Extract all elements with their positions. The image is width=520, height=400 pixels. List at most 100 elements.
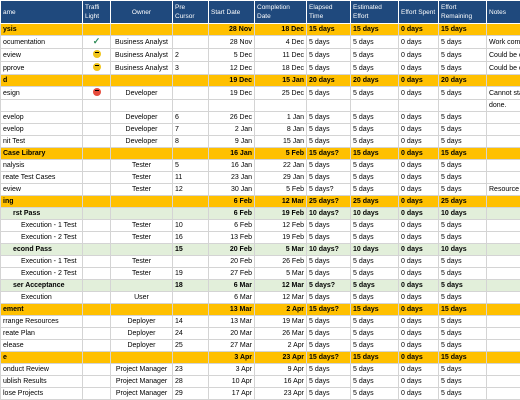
cell-name[interactable]: esign: [0, 86, 83, 100]
cell-start[interactable]: 26 Dec: [208, 111, 255, 124]
cell-name[interactable]: eview: [0, 48, 83, 62]
cell-spent[interactable]: 0 days: [398, 123, 439, 136]
cell-notes[interactable]: [486, 279, 520, 292]
cell-name[interactable]: ement: [0, 303, 83, 316]
cell-pre[interactable]: 11: [172, 171, 209, 184]
cell-estimated[interactable]: 5 days: [350, 327, 399, 340]
cell-owner[interactable]: Deployer: [110, 315, 173, 328]
cell-remaining[interactable]: 5 days: [438, 279, 487, 292]
cell-remaining[interactable]: 5 days: [438, 61, 487, 75]
cell-estimated[interactable]: 10 days: [350, 243, 399, 256]
table-row[interactable]: ublish Results Project Manager 28 10 Apr 16 …: [0, 375, 520, 388]
cell-elapsed[interactable]: 5 days: [306, 327, 351, 340]
cell-owner[interactable]: Deployer: [110, 327, 173, 340]
cell-name[interactable]: rst Pass: [0, 207, 83, 220]
cell-owner[interactable]: Project Manager: [110, 375, 173, 388]
cell-name[interactable]: lose Projects: [0, 387, 83, 400]
cell-start[interactable]: 27 Feb: [208, 267, 255, 280]
cell-elapsed[interactable]: 5 days: [306, 111, 351, 124]
cell-estimated[interactable]: 5 days: [350, 35, 399, 49]
cell-estimated[interactable]: 5 days: [350, 159, 399, 172]
cell-name[interactable]: econd Pass: [0, 243, 83, 256]
table-row[interactable]: Execution - 1 Test Tester 20 Feb 26 Feb 5 da…: [0, 255, 520, 268]
cell-remaining[interactable]: 5 days: [438, 267, 487, 280]
cell-traffic[interactable]: [82, 171, 111, 184]
col-header-precursor[interactable]: Pre Cursor: [172, 0, 209, 24]
cell-spent[interactable]: 0 days: [398, 195, 439, 208]
cell-name[interactable]: Case Library: [0, 147, 83, 160]
cell-remaining[interactable]: 15 days: [438, 23, 487, 36]
cell-completion[interactable]: 25 Dec: [254, 86, 307, 100]
cell-spent[interactable]: 0 days: [398, 255, 439, 268]
cell-elapsed[interactable]: 15 days?: [306, 351, 351, 364]
cell-start[interactable]: 23 Jan: [208, 171, 255, 184]
cell-elapsed[interactable]: 5 days: [306, 231, 351, 244]
cell-pre[interactable]: [172, 86, 209, 100]
cell-completion[interactable]: 12 Mar: [254, 279, 307, 292]
cell-traffic[interactable]: [82, 267, 111, 280]
cell-start[interactable]: 20 Mar: [208, 327, 255, 340]
cell-spent[interactable]: 0 days: [398, 159, 439, 172]
cell-pre[interactable]: 29: [172, 387, 209, 400]
cell-traffic[interactable]: [82, 339, 111, 352]
cell-completion[interactable]: 11 Dec: [254, 48, 307, 62]
cell-remaining[interactable]: 15 days: [438, 303, 487, 316]
cell-estimated[interactable]: 5 days: [350, 48, 399, 62]
table-row[interactable]: elease Deployer 25 27 Mar 2 Apr 5 days 5 days 0…: [0, 339, 520, 352]
cell-spent[interactable]: [398, 99, 439, 112]
cell-spent[interactable]: 0 days: [398, 279, 439, 292]
cell-owner[interactable]: Tester: [110, 159, 173, 172]
cell-elapsed[interactable]: 5 days: [306, 159, 351, 172]
cell-owner[interactable]: [110, 303, 173, 316]
cell-owner[interactable]: Project Manager: [110, 363, 173, 376]
cell-completion[interactable]: 19 Feb: [254, 231, 307, 244]
cell-remaining[interactable]: 5 days: [438, 35, 487, 49]
cell-start[interactable]: 16 Jan: [208, 147, 255, 160]
cell-completion[interactable]: 19 Mar: [254, 315, 307, 328]
cell-owner[interactable]: Tester: [110, 171, 173, 184]
col-header-completion[interactable]: Completion Date: [254, 0, 307, 24]
cell-remaining[interactable]: 5 days: [438, 48, 487, 62]
cell-completion[interactable]: 23 Apr: [254, 351, 307, 364]
col-header-start[interactable]: Start Date: [208, 0, 255, 24]
cell-elapsed[interactable]: 5 days?: [306, 279, 351, 292]
cell-completion[interactable]: 18 Dec: [254, 23, 307, 36]
cell-remaining[interactable]: 10 days: [438, 243, 487, 256]
cell-elapsed[interactable]: 5 days: [306, 339, 351, 352]
cell-elapsed[interactable]: 25 days?: [306, 195, 351, 208]
cell-spent[interactable]: 0 days: [398, 23, 439, 36]
cell-owner[interactable]: [110, 74, 173, 87]
col-header-elapsed[interactable]: Elapsed Time: [306, 0, 351, 24]
cell-traffic[interactable]: ✓: [82, 35, 111, 49]
subgroup-row[interactable]: rst Pass 6 Feb 19 Feb 10 days? 10 days 0 days…: [0, 207, 520, 220]
cell-name[interactable]: ocumentation: [0, 35, 83, 49]
cell-start[interactable]: 16 Jan: [208, 159, 255, 172]
cell-traffic[interactable]: [82, 375, 111, 388]
cell-estimated[interactable]: 10 days: [350, 207, 399, 220]
cell-estimated[interactable]: 25 days: [350, 195, 399, 208]
cell-estimated[interactable]: 5 days: [350, 363, 399, 376]
cell-name[interactable]: pprove: [0, 61, 83, 75]
col-header-traffic[interactable]: Traffi Light: [82, 0, 111, 24]
cell-spent[interactable]: 0 days: [398, 291, 439, 304]
cell-estimated[interactable]: 5 days: [350, 315, 399, 328]
cell-remaining[interactable]: 5 days: [438, 231, 487, 244]
cell-owner[interactable]: [110, 23, 173, 36]
table-row[interactable]: lose Projects Project Manager 29 17 Apr 23 A…: [0, 387, 520, 400]
cell-owner[interactable]: [110, 279, 173, 292]
cell-remaining[interactable]: 5 days: [438, 219, 487, 232]
cell-remaining[interactable]: 5 days: [438, 255, 487, 268]
cell-name[interactable]: onduct Review: [0, 363, 83, 376]
cell-pre[interactable]: 7: [172, 123, 209, 136]
cell-elapsed[interactable]: 5 days: [306, 375, 351, 388]
table-row[interactable]: onduct Review Project Manager 23 3 Apr 9 Apr…: [0, 363, 520, 376]
cell-owner[interactable]: Deployer: [110, 339, 173, 352]
table-row[interactable]: ocumentation ✓ Business Analyst 28 Nov 4 Dec…: [0, 35, 520, 49]
table-row[interactable]: Execution - 2 Test Tester 16 13 Feb 19 Feb 5 …: [0, 231, 520, 244]
cell-notes[interactable]: [486, 74, 520, 87]
cell-remaining[interactable]: 5 days: [438, 159, 487, 172]
cell-elapsed[interactable]: 5 days: [306, 363, 351, 376]
cell-pre[interactable]: [172, 35, 209, 49]
cell-traffic[interactable]: [82, 61, 111, 75]
cell-elapsed[interactable]: 5 days: [306, 35, 351, 49]
